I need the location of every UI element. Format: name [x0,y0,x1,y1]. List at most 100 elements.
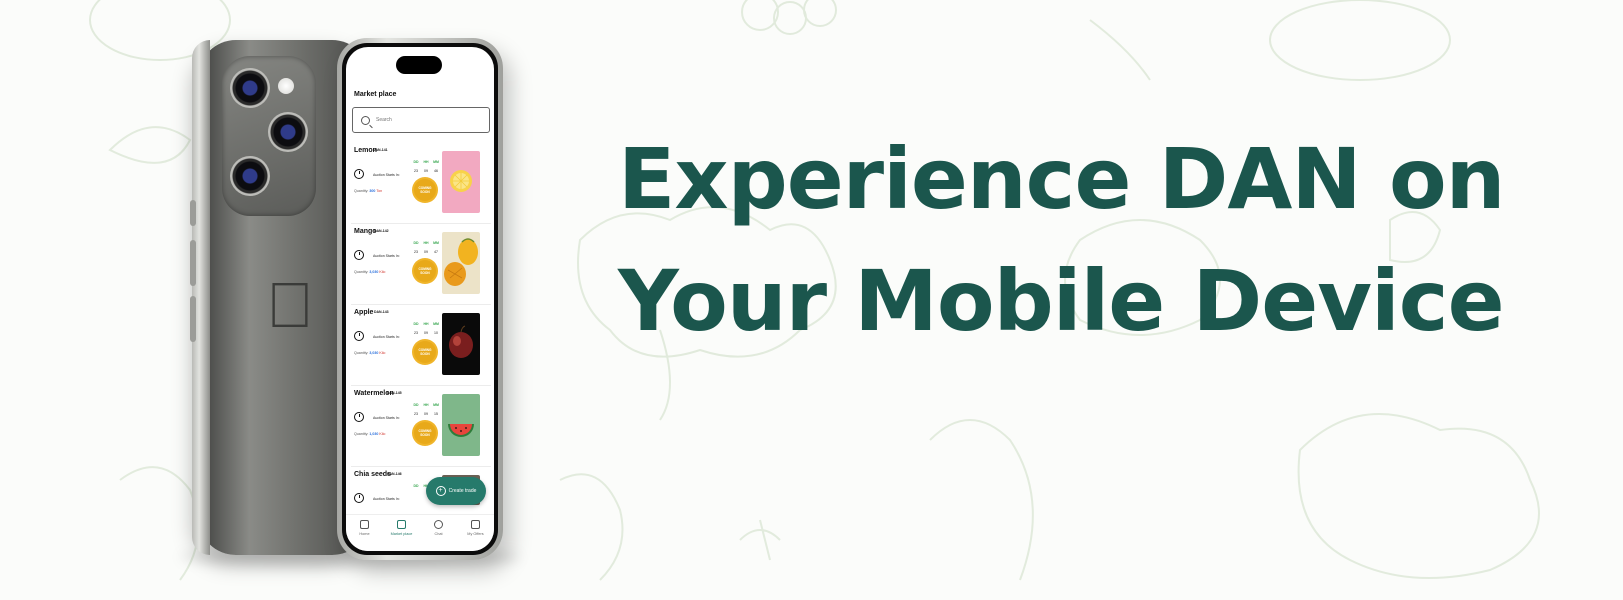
flash-icon [278,78,294,94]
bottom-tab-bar: Home Market place Chat My Offers [346,514,494,551]
coming-soon-badge: COMING SOON [414,422,436,444]
timer-header: MM [433,160,439,164]
auction-label: Auction Starts In: [373,254,400,258]
timer-value: 23 [414,250,418,254]
auction-label: Auction Starts In: [373,173,400,177]
search-icon [361,115,370,125]
list-item[interactable]: Mango DAN-142 Auction Starts In: DD HH M… [351,224,491,305]
auction-label: Auction Starts In: [373,497,400,501]
headline: Experience DAN on Your Mobile Device [618,118,1505,362]
create-trade-label: Create trade [448,488,477,494]
item-lot: DAN-141 [373,148,388,152]
tab-my-offers[interactable]: My Offers [458,515,494,551]
item-lot: DAN-143 [374,310,389,314]
quantity-value: 1,030 [369,432,379,436]
home-icon [360,520,369,529]
tab-label: Chat [434,532,443,536]
camera-lens-icon [268,112,308,152]
timer-header: HH [423,160,429,164]
timer-header: MM [433,403,439,407]
camera-module [222,56,316,216]
cart-icon [397,520,406,529]
timer-header: DD [413,403,419,407]
volume-down-button [190,296,196,342]
item-quantity: Quantity: 3,030 Kilo [354,270,385,274]
timer-value: 23 [414,169,418,173]
timer-value: 46 [434,169,438,173]
timer-value: 09 [424,412,428,416]
quantity-value: 3,030 [369,351,379,355]
app-title: Market place [354,91,397,98]
watermelon-image [442,394,480,456]
coming-soon-badge: COMING SOON [414,260,436,282]
quantity-unit: Kilo [379,351,386,355]
item-lot: DAN-145 [387,391,402,395]
tab-home[interactable]: Home [347,515,383,551]
quantity-unit: Kilo [379,270,386,274]
quantity-label: Quantity: [354,432,369,436]
offers-icon [471,520,480,529]
chat-icon [434,520,443,529]
auction-label: Auction Starts In: [373,416,400,420]
quantity-label: Quantity: [354,351,369,355]
quantity-unit: Ton [376,189,383,193]
mango-image [442,232,480,294]
tab-chat[interactable]: Chat [421,515,457,551]
quantity-unit: Kilo [379,432,386,436]
item-lot: DAN-146 [387,472,402,476]
timer-header: MM [433,322,439,326]
list-item[interactable]: Watermelon DAN-145 Auction Starts In: DD… [351,386,491,467]
clock-icon [354,412,364,422]
tab-label: Market place [390,532,413,536]
coming-soon-badge: COMING SOON [414,179,436,201]
auction-label: Auction Starts In: [373,335,400,339]
camera-lens-icon [230,156,270,196]
timer-value: 23 [414,412,418,416]
quantity-label: Quantity: [354,189,369,193]
timer-header: DD [413,484,419,488]
timer-value: 23 [414,331,418,335]
item-name: Apple [354,309,374,316]
lemon-image [442,151,480,213]
clock-icon [354,331,364,341]
camera-lens-icon [230,68,270,108]
tab-market-place[interactable]: Market place [384,515,420,551]
timer-header: DD [413,241,419,245]
timer-value: 09 [424,331,428,335]
timer-value: 15 [434,412,438,416]
dynamic-island [396,56,442,74]
quantity-value: 300 [369,189,376,193]
list-item[interactable]: Apple DAN-143 Auction Starts In: DD HH M… [351,305,491,386]
create-trade-button[interactable]: + Create trade [426,477,486,505]
side-button [190,200,196,226]
clock-icon [354,493,364,503]
timer-value: 47 [434,250,438,254]
clock-icon [354,169,364,179]
search-input[interactable] [376,117,476,123]
timer-value: 10 [434,331,438,335]
apple-logo-icon:  [266,268,314,342]
timer-header: HH [423,241,429,245]
list-item[interactable]: Lemon DAN-141 Auction Starts In: DD HH M… [351,143,491,224]
tab-label: Home [359,532,370,536]
item-name: Chia seeds [354,471,391,478]
item-quantity: Quantity: 300 Ton [354,189,382,193]
timer-value: 09 [424,169,428,173]
quantity-value: 3,030 [369,270,379,274]
timer-header: DD [413,160,419,164]
search-bar[interactable] [352,107,490,133]
phone-front: Market place Lemon DAN-141 Auction Start… [337,38,503,560]
timer-value: 09 [424,250,428,254]
headline-line-1: Experience DAN on [618,130,1505,228]
timer-header: HH [423,322,429,326]
headline-line-2: Your Mobile Device [618,252,1505,350]
timer-header: MM [433,241,439,245]
clock-icon [354,250,364,260]
volume-up-button [190,240,196,286]
item-lot: DAN-142 [374,229,389,233]
coming-soon-badge: COMING SOON [414,341,436,363]
quantity-label: Quantity: [354,270,369,274]
phone-screen-bezel: Market place Lemon DAN-141 Auction Start… [342,43,498,555]
app-screen: Market place Lemon DAN-141 Auction Start… [346,47,494,551]
apple-image [442,313,480,375]
